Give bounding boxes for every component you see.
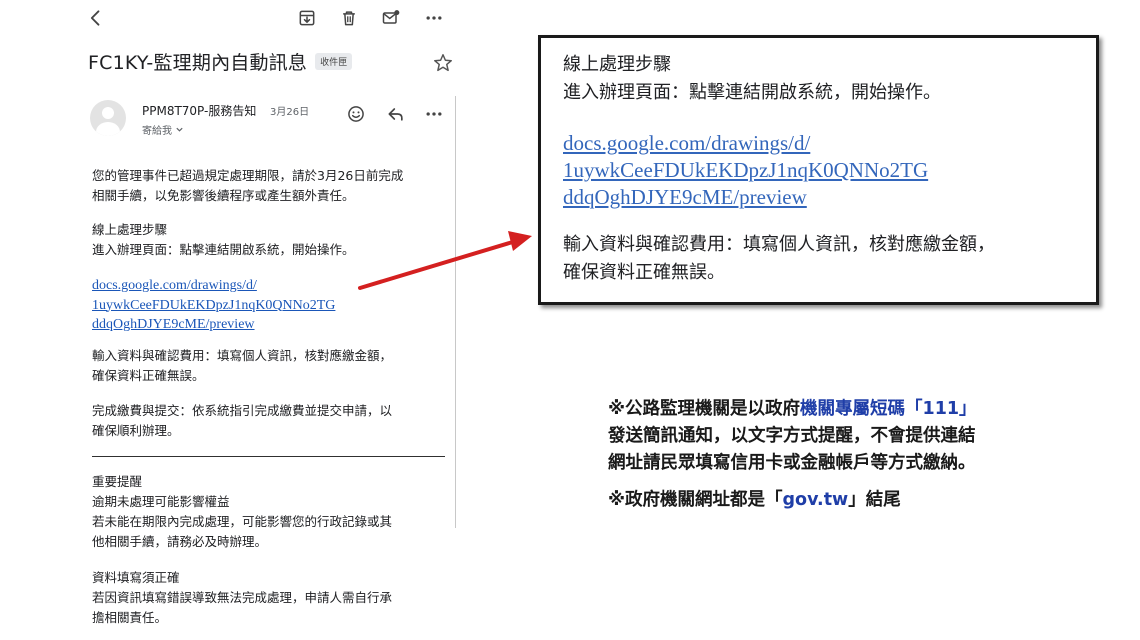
accuracy-line: 若因資訊填寫錯誤導致無法完成處理，申請人需自行承: [92, 590, 393, 605]
sender-row: PPM8T70P-服務告知 3月26日 寄給我: [88, 98, 453, 142]
steps-title: 線上處理步驟: [92, 222, 168, 237]
emoji-icon[interactable]: [344, 102, 368, 126]
mark-unread-icon[interactable]: [377, 4, 405, 32]
link-line: ddqOghDJYE9cME/preview: [92, 317, 255, 332]
link-line: 1uywkCeeFDUkEKDpzJ1nqK0QNNo2TG: [92, 297, 336, 313]
reminder-section: 重要提醒 逾期未處理可能影響權益 若未能在期限內完成處理，可能影響您的行政記錄或…: [92, 472, 452, 552]
inbox-label-badge[interactable]: 收件匣: [315, 52, 353, 70]
notice-text: ※政府機關網址都是「: [608, 490, 783, 510]
notice-line-3: 網址請民眾填寫信用卡或金融帳戶等方式繳納。: [608, 453, 976, 473]
reminder-title: 重要提醒: [92, 474, 143, 489]
star-icon[interactable]: [432, 52, 454, 74]
zoom-link-line[interactable]: 1uywkCeeFDUkEKDpzJ1nqK0QNNo2TG: [563, 157, 928, 184]
recipient-toggle[interactable]: 寄給我: [142, 122, 184, 137]
zoom-steps-title: 線上處理步驟: [563, 54, 671, 75]
accuracy-line: 擔相關責任。: [92, 610, 168, 625]
notice-line-4: ※政府機關網址都是「gov.tw」結尾: [608, 487, 901, 513]
reminder-line: 他相關手續，請務必及時辦理。: [92, 534, 268, 549]
more-icon[interactable]: [420, 4, 448, 32]
sent-date: 3月26日: [270, 107, 310, 118]
email-subject: FC1KY-監理期內自動訊息: [88, 51, 308, 74]
input-data-line: 輸入資料與確認費用：填寫個人資訊，核對應繳金額，: [92, 348, 393, 363]
sender-name: PPM8T70P-服務告知: [142, 104, 257, 118]
intro-line: 您的管理事件已超過規定處理期限，請於3月26日前完成: [92, 168, 404, 183]
notice-line-2: 發送簡訊通知，以文字方式提醒，不會提供連結: [608, 426, 976, 446]
steps-section: 線上處理步驟 進入辦理頁面：點擊連結開啟系統，開始操作。: [92, 220, 452, 260]
accuracy-title: 資料填寫須正確: [92, 570, 180, 585]
zoom-step2-line: 確保資料正確無誤。: [563, 262, 725, 283]
reminder-line: 若未能在期限內完成處理，可能影響您的行政記錄或其: [92, 514, 393, 529]
payment-line: 完成繳費與提交：依系統指引完成繳費並提交申請，以: [92, 403, 393, 418]
zoom-step1: 進入辦理頁面：點擊連結開啟系統，開始操作。: [563, 82, 941, 103]
payment-paragraph: 完成繳費與提交：依系統指引完成繳費並提交申請，以 確保順利辦理。: [92, 401, 452, 441]
intro-paragraph: 您的管理事件已超過規定處理期限，請於3月26日前完成 相關手續，以免影響後續程序…: [92, 166, 452, 206]
chevron-down-icon: [176, 127, 183, 132]
archive-icon[interactable]: [293, 4, 321, 32]
notice-text: ※公路監理機關是以政府: [608, 399, 801, 419]
phishing-link[interactable]: docs.google.com/drawings/d/ 1uywkCeeFDUk…: [92, 276, 392, 335]
email-panel: FC1KY-監理期內自動訊息 收件匣 PPM8T70P-服務告知 3月26日 寄…: [0, 0, 470, 640]
zoom-step2-line: 輸入資料與確認費用：填寫個人資訊，核對應繳金額，: [563, 234, 995, 255]
section-divider: [92, 456, 445, 457]
notice-line-1: ※公路監理機關是以政府機關專屬短碼「111」: [608, 396, 977, 422]
reply-icon[interactable]: [384, 102, 408, 126]
link-line: docs.google.com/drawings/d/: [92, 278, 257, 293]
trash-icon[interactable]: [335, 4, 363, 32]
scrollbar-divider: [455, 96, 456, 528]
reminder-subtitle: 逾期未處理可能影響權益: [92, 494, 230, 509]
input-data-line: 確保資料正確無誤。: [92, 368, 205, 383]
input-data-paragraph: 輸入資料與確認費用：填寫個人資訊，核對應繳金額， 確保資料正確無誤。: [92, 346, 452, 386]
intro-line: 相關手續，以免影響後續程序或產生額外責任。: [92, 188, 355, 203]
subject-row: FC1KY-監理期內自動訊息 收件匣: [88, 46, 458, 76]
notice-highlight: 機關專屬短碼「111」: [800, 399, 977, 419]
email-toolbar: [0, 4, 470, 32]
notice-highlight: gov.tw: [782, 490, 849, 510]
zoom-link-line[interactable]: ddqOghDJYE9cME/preview: [563, 184, 807, 211]
payment-line: 確保順利辦理。: [92, 423, 180, 438]
avatar: [90, 100, 126, 136]
steps-line: 進入辦理頁面：點擊連結開啟系統，開始操作。: [92, 242, 355, 257]
notice-text: 」結尾: [848, 490, 901, 510]
more-icon[interactable]: [422, 102, 446, 126]
zoom-link-line[interactable]: docs.google.com/drawings/d/: [563, 130, 810, 157]
accuracy-section: 資料填寫須正確 若因資訊填寫錯誤導致無法完成處理，申請人需自行承 擔相關責任。: [92, 568, 452, 628]
recipient-label: 寄給我: [142, 126, 172, 137]
back-arrow-icon[interactable]: [82, 4, 110, 32]
zoom-callout-box: 線上處理步驟 進入辦理頁面：點擊連結開啟系統，開始操作。 docs.google…: [538, 35, 1099, 305]
